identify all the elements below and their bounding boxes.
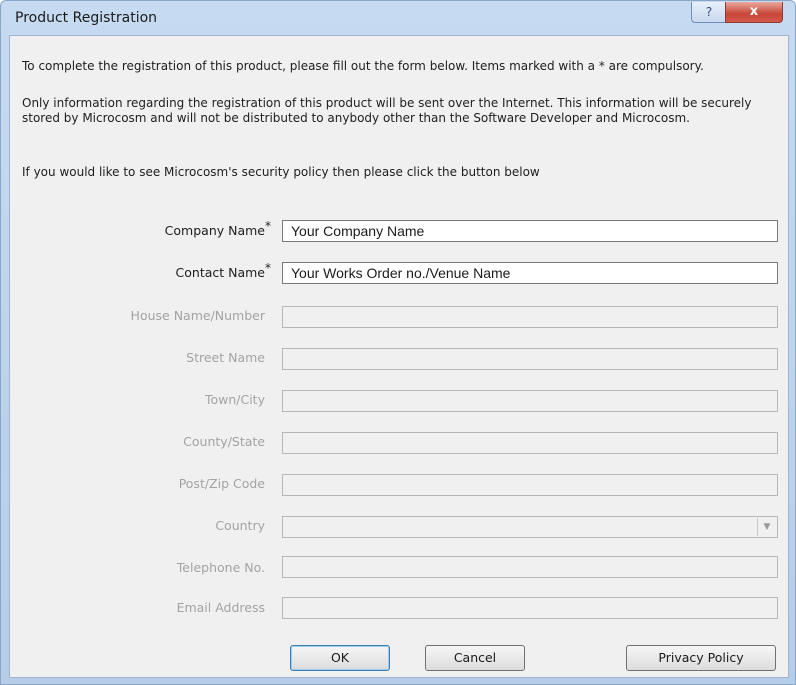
email-address-field[interactable]: [282, 597, 778, 619]
company-name-field[interactable]: Your Company Name: [282, 220, 778, 242]
chevron-down-icon[interactable]: ▼: [757, 518, 776, 536]
title-bar[interactable]: Product Registration ? x: [1, 1, 795, 35]
street-name-field[interactable]: [282, 348, 778, 370]
post-zip-code-field[interactable]: [282, 474, 778, 496]
dialog-body: To complete the registration of this pro…: [9, 35, 789, 678]
county-state-label: County/State: [183, 434, 265, 449]
telephone-label: Telephone No.: [176, 560, 265, 575]
country-select[interactable]: ▼: [282, 516, 778, 538]
county-state-field[interactable]: [282, 432, 778, 454]
street-name-label: Street Name: [186, 350, 265, 365]
help-button[interactable]: ?: [691, 2, 727, 23]
ok-button[interactable]: OK: [290, 645, 390, 671]
contact-name-label: Contact Name: [175, 265, 265, 280]
house-number-field[interactable]: [282, 306, 778, 328]
house-number-label: House Name/Number: [130, 308, 265, 323]
town-city-label: Town/City: [204, 392, 265, 407]
company-name-required-marker: *: [265, 219, 271, 233]
window-title: Product Registration: [15, 10, 158, 26]
country-label: Country: [215, 518, 265, 533]
company-name-label: Company Name: [164, 223, 265, 238]
privacy-policy-button[interactable]: Privacy Policy: [626, 645, 776, 671]
intro-instructions: To complete the registration of this pro…: [22, 59, 704, 73]
product-registration-dialog: Product Registration ? x To complete the…: [0, 0, 796, 685]
telephone-field[interactable]: [282, 556, 778, 578]
contact-name-field[interactable]: Your Works Order no./Venue Name: [282, 262, 778, 284]
close-button[interactable]: x: [725, 2, 783, 23]
intro-privacy-note: Only information regarding the registrat…: [22, 96, 752, 125]
intro-security-policy-note: If you would like to see Microcosm's sec…: [22, 165, 540, 179]
post-zip-code-label: Post/Zip Code: [178, 476, 265, 491]
email-address-label: Email Address: [176, 600, 265, 615]
contact-name-required-marker: *: [265, 261, 271, 275]
cancel-button[interactable]: Cancel: [425, 645, 525, 671]
town-city-field[interactable]: [282, 390, 778, 412]
